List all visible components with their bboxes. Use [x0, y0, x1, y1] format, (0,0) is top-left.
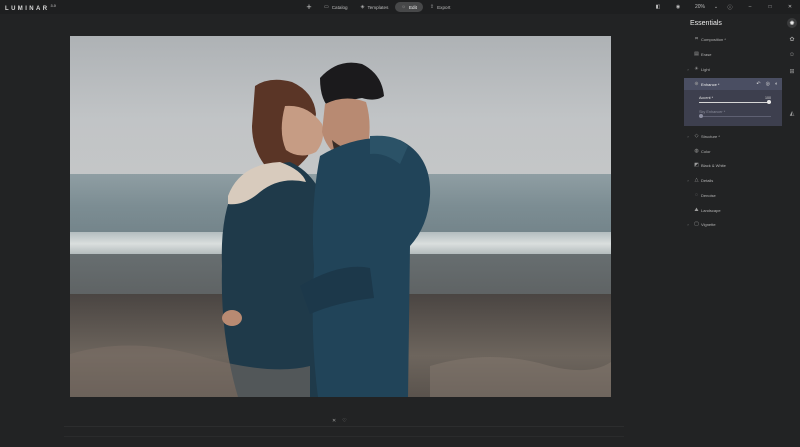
- catalog-icon: ▭: [324, 4, 329, 10]
- edit-icon: ☼: [401, 4, 406, 10]
- chevron-right-icon: ›: [687, 177, 689, 183]
- essentials-panel: Essentials ⌗ Composition * ▤ Erase › ☀ Light…: [684, 14, 782, 447]
- structure-icon: ◇: [694, 133, 699, 139]
- tab-edit[interactable]: ☼ Edit: [395, 2, 423, 12]
- couple-illustration: [70, 62, 611, 397]
- color-icon: ◍: [694, 148, 699, 154]
- photo-canvas[interactable]: [70, 36, 611, 397]
- zoom-dropdown-icon[interactable]: ⌄: [712, 4, 720, 10]
- sky-enhancer-label: Sky Enhancer *: [699, 110, 726, 114]
- tool-black-white[interactable]: ◩ Black & White: [684, 159, 782, 171]
- tool-vignette[interactable]: › ▢ Vignette: [684, 218, 782, 230]
- rating-controls: ✕ ♡: [332, 418, 347, 424]
- undo-icon[interactable]: ↶: [756, 81, 760, 87]
- tab-export[interactable]: ⇪ Export: [424, 2, 456, 12]
- preview-eye-icon[interactable]: ◉: [668, 4, 688, 10]
- portrait-icon[interactable]: ☺: [787, 50, 797, 60]
- erase-icon: ▤: [694, 51, 699, 57]
- tool-light[interactable]: › ☀ Light: [684, 63, 782, 75]
- denoise-icon: ◌: [695, 192, 698, 198]
- toggle-icon[interactable]: ◐: [775, 81, 778, 87]
- tool-denoise[interactable]: ◌ Denoise: [684, 189, 782, 201]
- favorite-icon[interactable]: ♡: [342, 418, 346, 424]
- tool-structure[interactable]: › ◇ Structure *: [684, 130, 782, 142]
- reject-icon[interactable]: ✕: [332, 418, 336, 424]
- tool-enhance[interactable]: ⊕ Enhance * ↶ ◎ ◐: [684, 78, 782, 90]
- add-icon[interactable]: +: [303, 2, 315, 12]
- main-nav: + ▭ Catalog ◈ Templates ☼ Edit ⇪ Export: [303, 1, 457, 13]
- sky-enhancer-knob[interactable]: [699, 114, 703, 118]
- professional-icon[interactable]: ⊞: [787, 66, 797, 76]
- enhance-icon: ⊕: [694, 81, 699, 87]
- zoom-level[interactable]: 20%: [688, 4, 712, 10]
- accent-knob[interactable]: [767, 100, 771, 104]
- chevron-right-icon: ›: [687, 221, 689, 227]
- accent-fill: [699, 102, 771, 103]
- tab-templates[interactable]: ◈ Templates: [355, 2, 395, 12]
- maximize-icon[interactable]: □: [760, 4, 780, 10]
- window-controls: ◧ ◉ 20% ⌄ ⓘ – □ ✕: [648, 0, 800, 14]
- tool-color[interactable]: ◍ Color: [684, 145, 782, 157]
- bw-icon: ◩: [694, 162, 699, 168]
- filmstrip-divider-bottom: [64, 436, 624, 437]
- tool-landscape[interactable]: ⛰ Landscape: [684, 204, 782, 216]
- accent-label: Accent *: [699, 96, 714, 100]
- minimize-icon[interactable]: –: [740, 4, 760, 10]
- filmstrip-divider: [64, 426, 624, 427]
- export-icon: ⇪: [429, 4, 435, 10]
- panel-title: Essentials: [690, 20, 722, 27]
- light-icon: ☀: [694, 66, 699, 72]
- app-logo: LUMINAR3.0: [5, 3, 57, 12]
- tool-erase[interactable]: ▤ Erase: [684, 48, 782, 60]
- info-icon[interactable]: ⓘ: [720, 4, 740, 11]
- tool-composition[interactable]: ⌗ Composition *: [684, 33, 782, 45]
- accent-slider[interactable]: Accent * 100: [699, 96, 771, 104]
- ai-icon[interactable]: ◭: [787, 108, 797, 118]
- vignette-icon: ▢: [694, 221, 699, 227]
- templates-icon: ◈: [360, 4, 365, 10]
- enhance-controls: Accent * 100 Sky Enhancer *: [684, 90, 782, 126]
- tool-details[interactable]: › △ Details: [684, 174, 782, 186]
- creative-icon[interactable]: ✿: [787, 34, 797, 44]
- essentials-icon[interactable]: ✺: [787, 18, 797, 28]
- close-icon[interactable]: ✕: [780, 4, 800, 10]
- top-bar: LUMINAR3.0 + ▭ Catalog ◈ Templates ☼ Edit ⇪…: [0, 0, 800, 14]
- panel-switcher: ✺ ✿ ☺ ⊞ ◭: [784, 14, 800, 447]
- details-icon: △: [694, 177, 699, 183]
- crop-icon: ⌗: [695, 36, 698, 42]
- landscape-icon: ⛰: [694, 207, 699, 213]
- sky-enhancer-slider[interactable]: Sky Enhancer *: [699, 110, 771, 118]
- chevron-right-icon: ›: [687, 66, 689, 72]
- sky-enhancer-track: [699, 116, 771, 117]
- reset-icon[interactable]: ◎: [766, 81, 770, 87]
- chevron-right-icon: ›: [687, 133, 689, 139]
- tab-catalog[interactable]: ▭ Catalog: [318, 2, 354, 12]
- compare-icon[interactable]: ◧: [648, 4, 668, 10]
